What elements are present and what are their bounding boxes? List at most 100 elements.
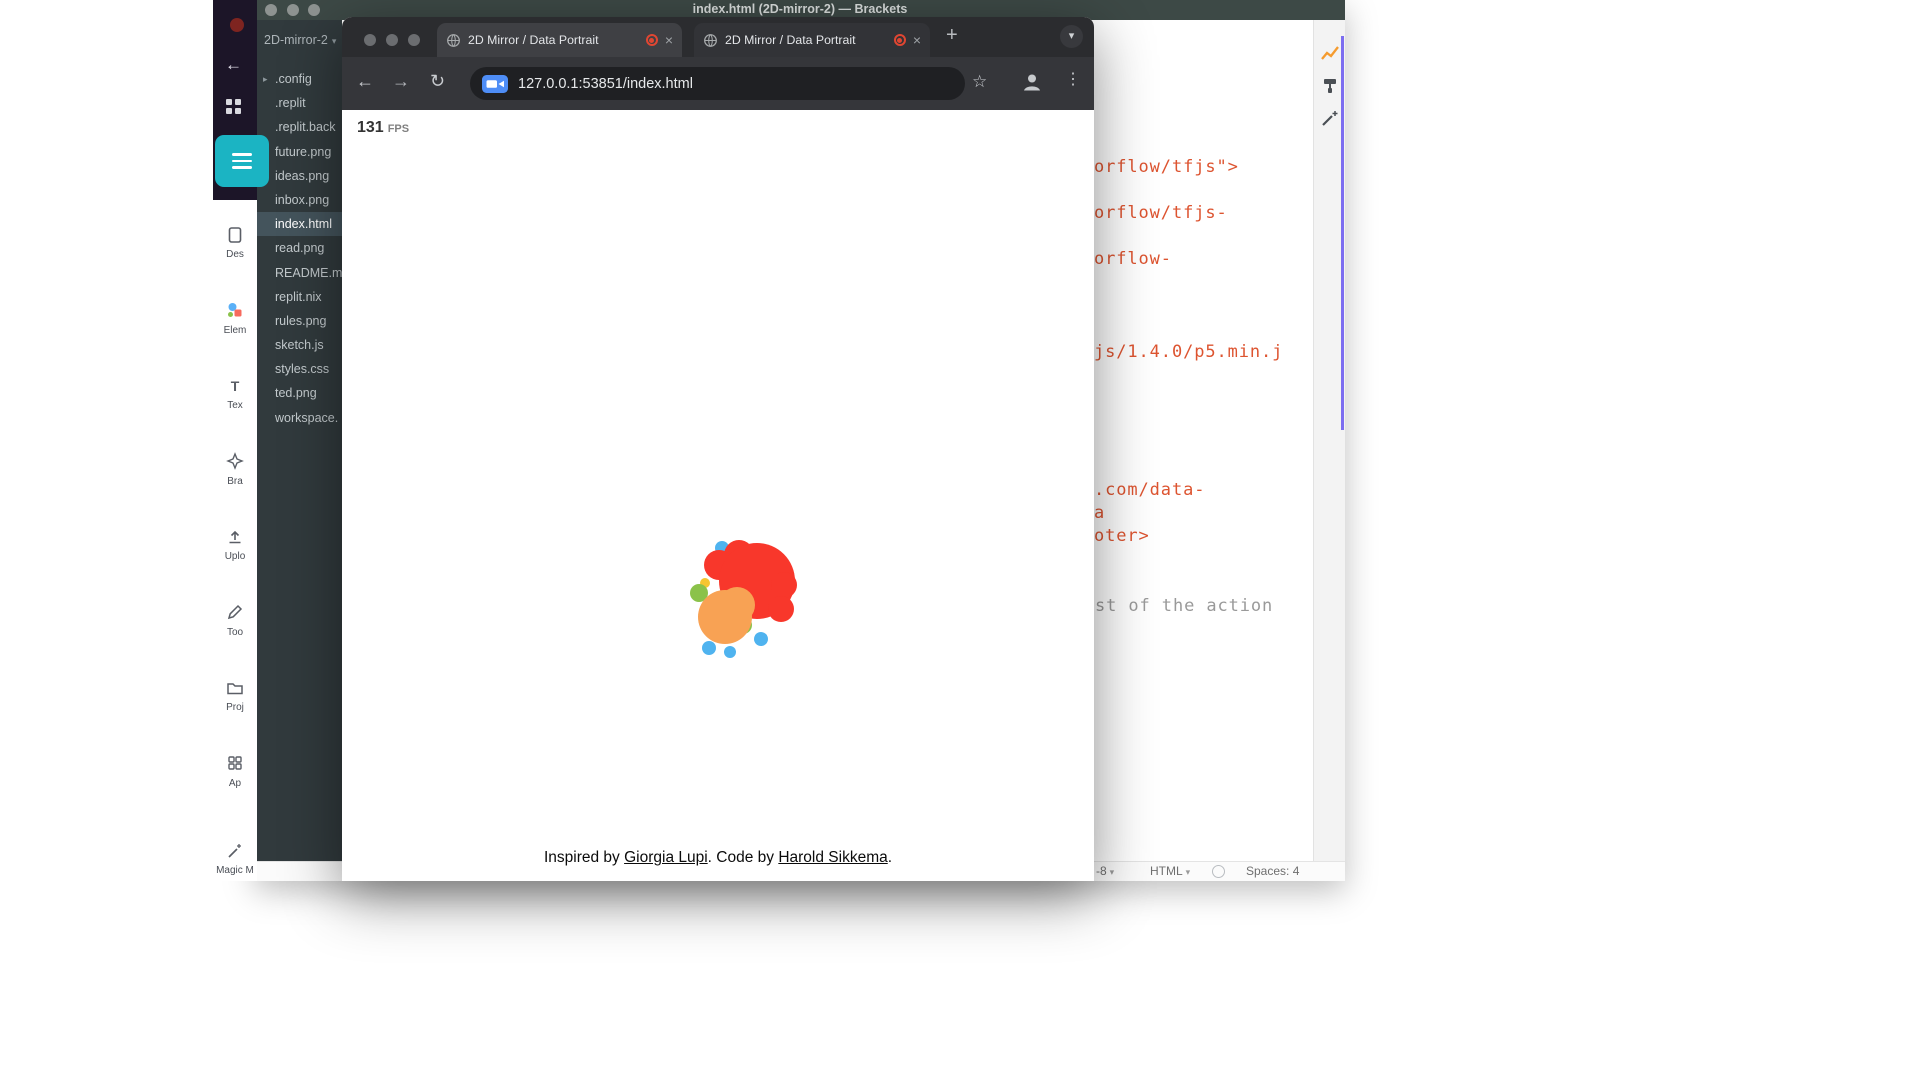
sidebar-item-label: Proj xyxy=(226,702,244,713)
tab-active[interactable]: 2D Mirror / Data Portrait × xyxy=(437,23,682,57)
code-line[interactable]: .com/data- xyxy=(1094,480,1205,500)
hamburger-menu-button[interactable] xyxy=(215,135,269,187)
code-line[interactable]: orflow/tfjs- xyxy=(1094,203,1228,223)
encoding-dropdown[interactable]: -8▾ xyxy=(1096,862,1114,882)
file-name: .config xyxy=(275,72,312,86)
zoom-button[interactable] xyxy=(408,34,420,46)
fps-counter: 131FPS xyxy=(357,119,409,137)
file-name: inbox.png xyxy=(275,193,329,207)
canva-sidebar: ← Des Elem T Tex Bra xyxy=(213,0,257,881)
project-dropdown[interactable]: 2D-mirror-2▾ xyxy=(255,20,342,67)
reload-button[interactable]: ↻ xyxy=(430,72,445,90)
bookmark-star-icon[interactable]: ☆ xyxy=(972,73,987,90)
sidebar-item-label: Too xyxy=(227,627,243,638)
menu-kebab-icon[interactable]: ⋮ xyxy=(1065,72,1081,88)
magic-wand-icon[interactable] xyxy=(1320,108,1340,133)
file-name: .replit.back xyxy=(275,120,335,134)
sidebar-item-elements[interactable]: Elem xyxy=(213,281,257,357)
address-bar[interactable]: 127.0.0.1:53851/index.html xyxy=(470,67,965,100)
file-name: read.png xyxy=(275,241,324,255)
editor-scrollbar[interactable] xyxy=(1341,36,1344,430)
file-row[interactable]: rules.png xyxy=(255,309,342,333)
paint-roller-icon[interactable] xyxy=(1320,76,1340,101)
sidebar-item-tools[interactable]: Too xyxy=(213,583,257,659)
sidebar-item-brand[interactable]: Bra xyxy=(213,432,257,508)
brand-icon xyxy=(226,452,244,471)
folder-collapsed-icon[interactable]: ▸ xyxy=(263,67,268,91)
profile-avatar-icon[interactable] xyxy=(1020,70,1044,94)
tab-close-icon[interactable]: × xyxy=(913,33,921,47)
back-arrow-icon[interactable]: ← xyxy=(225,56,242,73)
sidebar-item-magic[interactable]: Magic M xyxy=(213,821,257,897)
file-row[interactable]: read.png xyxy=(255,236,342,260)
tab-capture-camera-icon[interactable] xyxy=(482,75,508,93)
language-dropdown[interactable]: HTML▾ xyxy=(1150,862,1190,882)
sidebar-item-projects[interactable]: Proj xyxy=(213,658,257,734)
file-name: ted.png xyxy=(275,386,317,400)
sidebar-item-label: Magic M xyxy=(216,865,254,876)
file-row[interactable]: .replit.back xyxy=(255,115,342,139)
tab-search-button[interactable]: ▾ xyxy=(1060,25,1083,48)
file-row[interactable]: workspace. xyxy=(255,406,342,430)
magic-wand-icon xyxy=(226,841,244,860)
sidebar-item-label: Tex xyxy=(227,400,243,411)
chart-icon[interactable] xyxy=(1320,43,1340,68)
tab[interactable]: 2D Mirror / Data Portrait × xyxy=(694,23,930,57)
spaces-value: Spaces: 4 xyxy=(1246,864,1299,878)
file-name: rules.png xyxy=(275,314,326,328)
back-button[interactable]: ← xyxy=(356,72,374,90)
file-name: styles.css xyxy=(275,362,329,376)
chevron-down-icon: ▾ xyxy=(1110,867,1115,877)
sidebar-item-apps[interactable]: Ap xyxy=(213,734,257,810)
fps-label: FPS xyxy=(388,123,409,135)
recording-indicator-icon xyxy=(646,34,658,46)
sidebar-item-label: Elem xyxy=(224,325,247,336)
canva-header: ← xyxy=(213,0,257,200)
link-harold-sikkema[interactable]: Harold Sikkema xyxy=(778,849,887,866)
grid-icon[interactable] xyxy=(226,99,241,114)
sidebar-item-text[interactable]: T Tex xyxy=(213,356,257,432)
code-line[interactable]: a xyxy=(1094,503,1105,523)
file-name: replit.nix xyxy=(275,290,322,304)
tab-strip[interactable]: 2D Mirror / Data Portrait × 2D Mirror / … xyxy=(342,17,1094,57)
generative-blob-art xyxy=(681,533,811,663)
sidebar-item-label: Des xyxy=(226,249,244,260)
code-comment-line[interactable]: st of the action xyxy=(1095,596,1273,616)
code-line[interactable]: orflow/tfjs"> xyxy=(1094,157,1239,177)
file-row[interactable]: ted.png xyxy=(255,381,342,405)
indent-setting[interactable]: Spaces: 4 xyxy=(1246,862,1299,881)
uploads-icon xyxy=(226,527,244,546)
code-line[interactable]: orflow- xyxy=(1094,249,1172,269)
folder-icon xyxy=(226,678,244,697)
code-line[interactable]: oter> xyxy=(1094,526,1150,546)
forward-button[interactable]: → xyxy=(392,72,410,90)
file-row[interactable]: styles.css xyxy=(255,357,342,381)
file-row[interactable]: inbox.png xyxy=(255,188,342,212)
pencil-icon xyxy=(226,603,244,622)
close-button[interactable] xyxy=(364,34,376,46)
link-giorgia-lupi[interactable]: Giorgia Lupi xyxy=(624,849,708,866)
code-line[interactable]: js/1.4.0/p5.min.j xyxy=(1094,342,1283,362)
page-caption: Inspired by Giorgia Lupi. Code by Harold… xyxy=(342,849,1094,867)
minimize-button[interactable] xyxy=(386,34,398,46)
lint-status-icon[interactable] xyxy=(1212,865,1225,878)
url-text: 127.0.0.1:53851/index.html xyxy=(518,76,693,92)
file-row[interactable]: sketch.js xyxy=(255,333,342,357)
file-row[interactable]: .replit xyxy=(255,91,342,115)
file-name: README.md xyxy=(275,266,342,280)
tab-close-icon[interactable]: × xyxy=(665,33,673,47)
caption-text: Inspired by xyxy=(544,849,624,866)
file-row[interactable]: replit.nix xyxy=(255,285,342,309)
sidebar-item-design[interactable]: Des xyxy=(213,205,257,281)
chevron-down-icon: ▾ xyxy=(1186,867,1191,877)
file-name: .replit xyxy=(275,96,306,110)
file-row[interactable]: README.md xyxy=(255,261,342,285)
language-value: HTML xyxy=(1150,864,1183,878)
design-icon xyxy=(226,225,244,244)
file-row[interactable]: ▸ .config xyxy=(255,67,342,91)
file-row-active[interactable]: index.html xyxy=(255,212,342,236)
caption-text: . Code by xyxy=(708,849,779,866)
browser-page: 131FPS Inspired by Giorgia Lupi. Code by… xyxy=(342,110,1094,881)
new-tab-button[interactable]: + xyxy=(946,25,958,45)
sidebar-item-uploads[interactable]: Uplo xyxy=(213,507,257,583)
